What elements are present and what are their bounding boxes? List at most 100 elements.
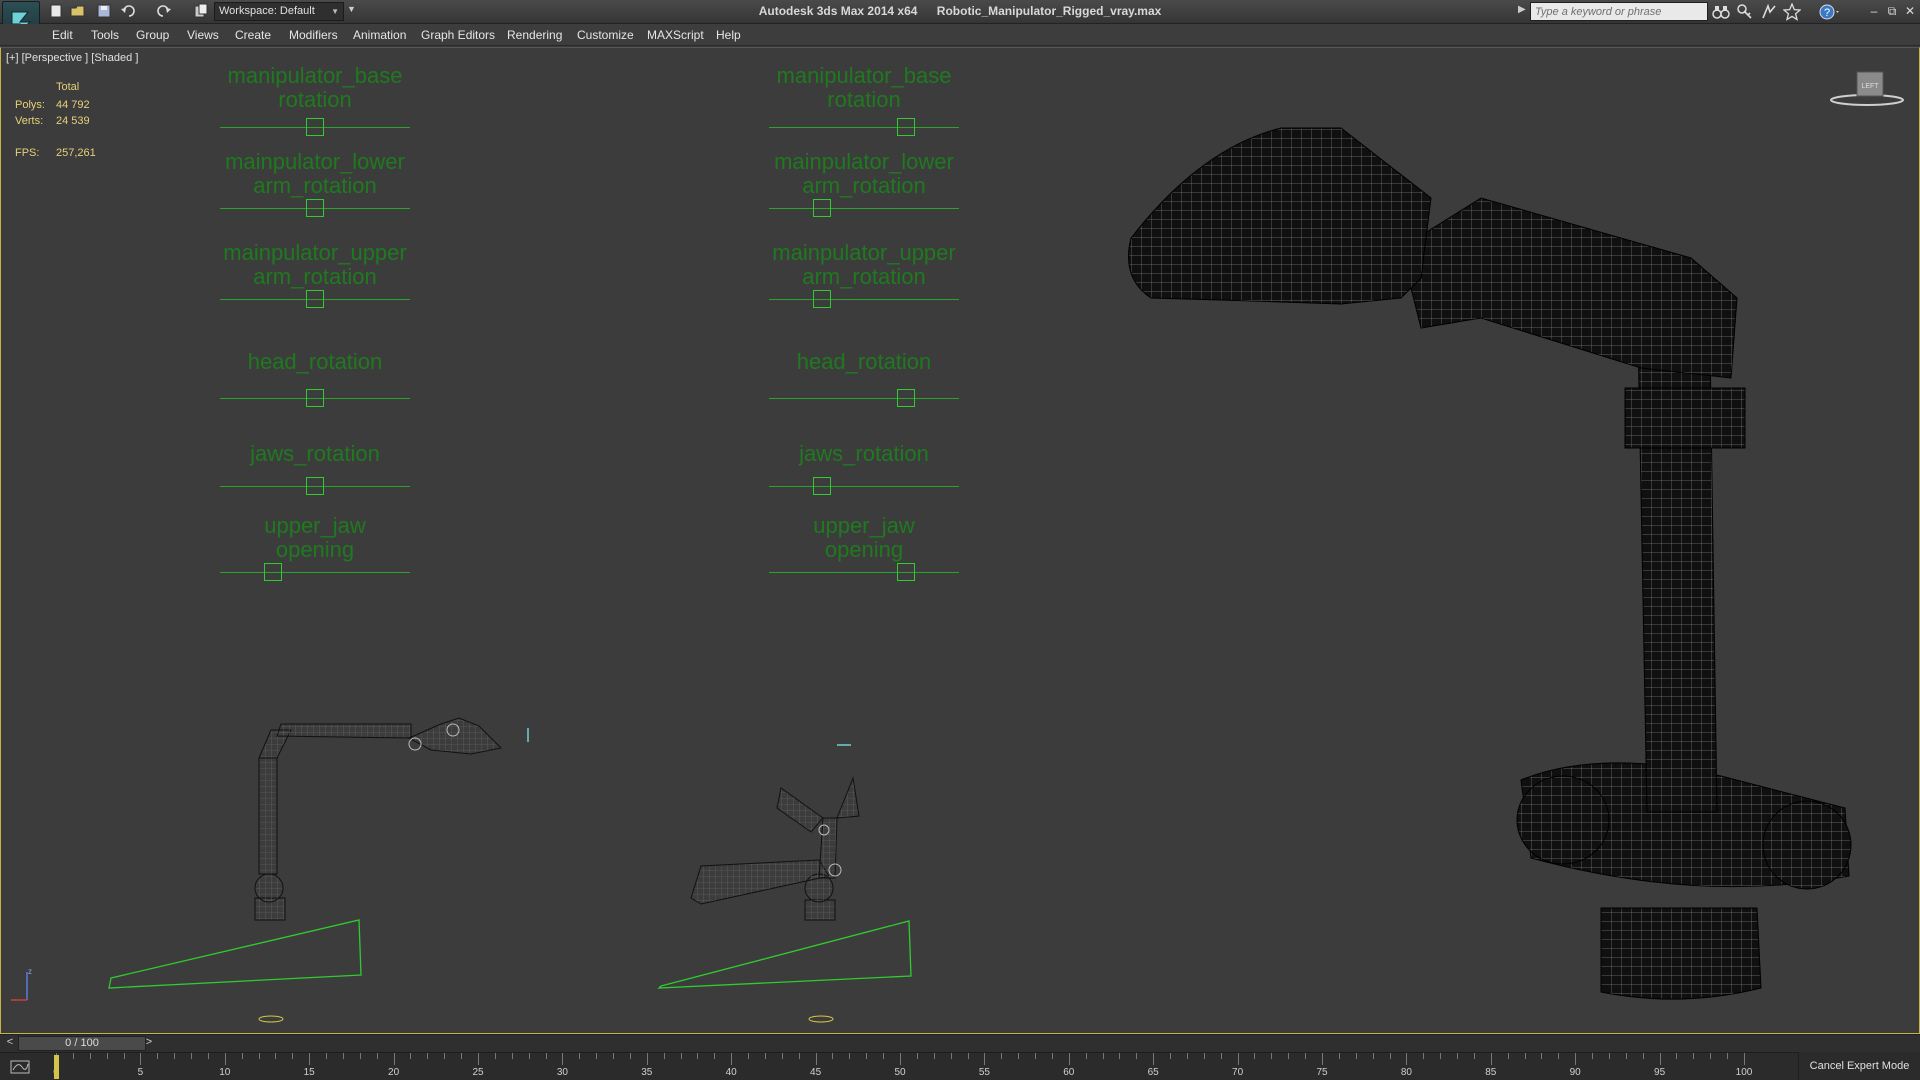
time-slider[interactable]: < 0 / 100 >	[0, 1034, 1920, 1052]
robot-main-model[interactable]	[1128, 127, 1852, 1000]
frame-tick	[1575, 1053, 1577, 1065]
frame-tick-label: 100	[1735, 1067, 1753, 1078]
frame-tick	[613, 1053, 615, 1059]
frame-tick	[1710, 1053, 1712, 1059]
frame-tick	[1018, 1053, 1020, 1059]
binoculars-icon[interactable]	[1712, 3, 1730, 21]
workspace-dropdown[interactable]: Workspace: Default ▼	[214, 2, 344, 21]
frame-tick	[1322, 1053, 1323, 1065]
frame-tick	[309, 1053, 311, 1065]
cancel-expert-mode-button[interactable]: Cancel Expert Mode	[1798, 1052, 1920, 1080]
frame-tick	[1693, 1053, 1695, 1059]
menu-customize[interactable]: Customize	[577, 28, 634, 42]
frame-tick	[140, 1053, 142, 1065]
frame-tick-label: 45	[810, 1067, 822, 1078]
frame-tick-label: 10	[219, 1067, 231, 1078]
project-folder-icon[interactable]	[193, 3, 211, 21]
frame-tick	[376, 1053, 378, 1059]
frame-tick	[1288, 1053, 1290, 1059]
frame-tick	[1372, 1053, 1374, 1059]
frame-tick	[393, 1053, 395, 1065]
menu-create[interactable]: Create	[235, 28, 271, 42]
subscription-key-icon[interactable]	[1736, 3, 1754, 21]
save-file-icon[interactable]	[96, 3, 114, 21]
frame-tick-label: 55	[978, 1067, 990, 1078]
svg-text:z: z	[28, 967, 32, 976]
mini-curve-editor-icon[interactable]	[10, 1059, 32, 1075]
frame-tick	[1457, 1053, 1459, 1059]
communication-center-icon[interactable]	[1760, 3, 1778, 21]
menu-graph-editors[interactable]: Graph Editors	[421, 28, 495, 42]
frame-tick	[1592, 1053, 1594, 1059]
frame-tick	[478, 1053, 479, 1065]
open-file-icon[interactable]	[70, 3, 88, 21]
robot-left-instance[interactable]	[108, 717, 529, 1023]
frame-tick	[1068, 1053, 1070, 1065]
frame-tick	[1625, 1053, 1627, 1059]
robot-middle-instance[interactable]	[657, 744, 912, 1023]
frame-tick	[1558, 1053, 1560, 1059]
expand-search-icon[interactable]: ▶	[1518, 4, 1526, 15]
root-control-middle[interactable]	[808, 1015, 834, 1023]
frame-tick	[883, 1053, 885, 1059]
menu-animation[interactable]: Animation	[353, 28, 406, 42]
frame-tick	[106, 1053, 108, 1059]
frame-tick	[596, 1053, 598, 1059]
ground-plane-left[interactable]	[108, 919, 362, 989]
restore-button[interactable]: ⧉	[1884, 2, 1900, 20]
frame-tick	[697, 1053, 699, 1059]
frame-tick	[798, 1053, 800, 1059]
root-control-left[interactable]	[258, 1015, 284, 1023]
time-slider-thumb[interactable]: 0 / 100	[18, 1036, 146, 1051]
frame-tick	[511, 1053, 513, 1059]
frame-tick-label: 15	[303, 1067, 315, 1078]
frame-tick	[1541, 1053, 1543, 1059]
frame-tick	[984, 1053, 986, 1065]
frame-tick	[342, 1053, 344, 1059]
track-bar[interactable]: 0510152025303540455055606570758085909510…	[0, 1052, 1920, 1080]
frame-tick	[292, 1053, 294, 1059]
current-frame-marker[interactable]	[54, 1055, 59, 1079]
frame-tick	[1423, 1053, 1425, 1059]
frame-tick-label: 70	[1232, 1067, 1244, 1078]
search-input[interactable]	[1530, 2, 1708, 21]
frame-tick	[444, 1053, 446, 1059]
menu-maxscript[interactable]: MAXScript	[647, 28, 704, 42]
qat-dropdown-icon[interactable]: ▼	[347, 4, 365, 22]
redo-icon[interactable]	[156, 3, 174, 21]
frame-tick	[258, 1053, 260, 1059]
close-button[interactable]: ✕	[1902, 2, 1918, 20]
help-icon[interactable]: ?	[1818, 3, 1839, 21]
time-slider-next-button[interactable]: >	[142, 1036, 156, 1051]
frame-tick	[326, 1053, 328, 1059]
viewcube[interactable]: LEFT	[1827, 70, 1907, 110]
frame-tick	[781, 1053, 783, 1059]
frame-tick	[967, 1053, 969, 1059]
menu-edit[interactable]: Edit	[52, 28, 73, 42]
menu-modifiers[interactable]: Modifiers	[289, 28, 338, 42]
frame-tick	[1153, 1053, 1155, 1065]
frame-tick-label: 25	[472, 1067, 484, 1078]
perspective-viewport[interactable]: [+] [Perspective ] [Shaded ] Total Polys…	[0, 47, 1920, 1034]
menu-tools[interactable]: Tools	[91, 28, 119, 42]
frame-tick	[1727, 1053, 1729, 1059]
frame-tick	[359, 1053, 361, 1059]
menu-rendering[interactable]: Rendering	[507, 28, 562, 42]
undo-icon[interactable]	[120, 3, 138, 21]
time-slider-prev-button[interactable]: <	[3, 1036, 17, 1051]
frame-tick	[275, 1053, 277, 1059]
ground-plane-middle[interactable]	[657, 920, 912, 989]
frame-tick	[174, 1053, 176, 1059]
frame-ruler[interactable]: 0510152025303540455055606570758085909510…	[53, 1053, 1752, 1080]
new-file-icon[interactable]	[48, 3, 66, 21]
axis-tripod-icon: z	[11, 967, 32, 1001]
menu-help[interactable]: Help	[716, 28, 741, 42]
menu-views[interactable]: Views	[187, 28, 219, 42]
frame-tick-label: 50	[894, 1067, 906, 1078]
frame-tick	[866, 1053, 868, 1059]
favorites-star-icon[interactable]	[1782, 2, 1802, 21]
frame-tick	[1524, 1053, 1526, 1059]
frame-tick	[629, 1053, 631, 1059]
menu-group[interactable]: Group	[136, 28, 169, 42]
minimize-button[interactable]: –	[1866, 2, 1882, 20]
